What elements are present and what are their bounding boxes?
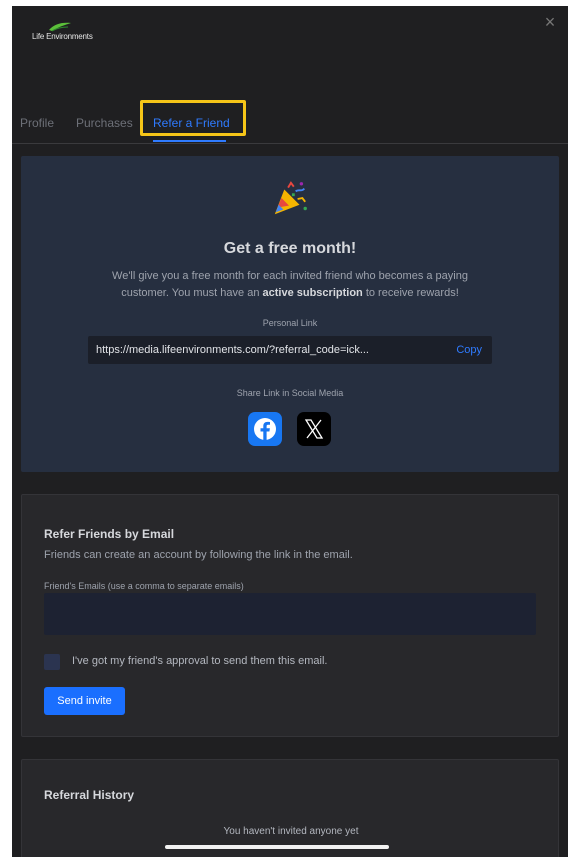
share-label: Share Link in Social Media	[236, 388, 344, 398]
tab-refer-a-friend[interactable]: Refer a Friend	[153, 116, 230, 130]
approval-label: I've got my friend's approval to send th…	[72, 655, 328, 667]
friends-emails-input[interactable]	[44, 593, 536, 635]
tab-profile[interactable]: Profile	[20, 116, 54, 130]
close-icon[interactable]: ×	[542, 13, 558, 31]
email-referral-title: Refer Friends by Email	[44, 527, 175, 541]
facebook-icon[interactable]	[248, 412, 282, 446]
refer-modal: Life Environments × Profile Purchases Re…	[12, 6, 568, 857]
approval-checkbox[interactable]	[44, 654, 60, 670]
personal-link-field[interactable]: https://media.lifeenvironments.com/?refe…	[88, 336, 492, 364]
leaf-icon	[49, 22, 71, 32]
brand-logo: Life Environments	[22, 22, 122, 44]
party-popper-icon	[274, 181, 307, 215]
referral-history-card: Referral History You haven't invited any…	[21, 759, 559, 857]
description-bold: active subscription	[262, 287, 363, 299]
referral-title: Get a free month!	[223, 240, 357, 257]
x-icon[interactable]	[297, 412, 331, 446]
emails-label: Friend's Emails (use a comma to separate…	[44, 581, 244, 591]
personal-link-value: https://media.lifeenvironments.com/?refe…	[96, 344, 369, 356]
referral-description: We'll give you a free month for each inv…	[91, 268, 489, 302]
copy-button[interactable]: Copy	[456, 344, 482, 356]
referral-history-empty: You haven't invited anyone yet	[223, 826, 359, 837]
email-referral-subtitle: Friends can create an account by followi…	[44, 549, 353, 561]
referral-history-title: Referral History	[44, 788, 135, 802]
description-text-2: to receive rewards!	[362, 287, 459, 299]
referral-card: Get a free month! We'll give you a free …	[21, 156, 559, 472]
personal-link-label: Personal Link	[262, 318, 318, 328]
brand-name: Life Environments	[32, 32, 93, 41]
home-indicator	[165, 845, 389, 849]
tab-purchases[interactable]: Purchases	[76, 116, 133, 130]
active-tab-indicator	[153, 140, 226, 142]
send-invite-button[interactable]: Send invite	[44, 687, 125, 715]
email-referral-card: Refer Friends by Email Friends can creat…	[21, 494, 559, 737]
tab-bar: Profile Purchases Refer a Friend	[12, 100, 568, 144]
